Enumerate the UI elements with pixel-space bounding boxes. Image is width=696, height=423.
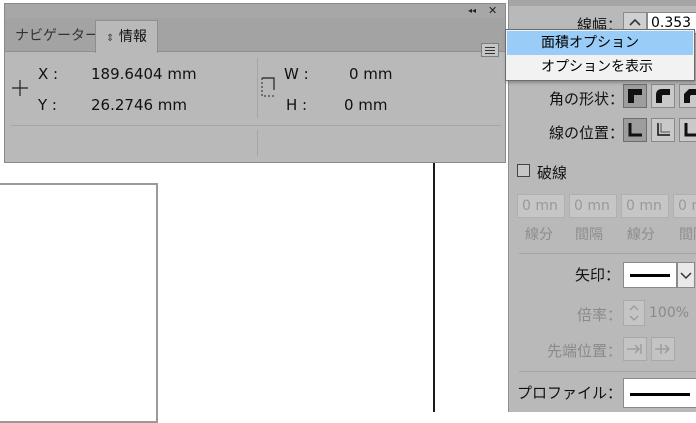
align-center-button[interactable] — [623, 118, 647, 142]
panel-menu-button[interactable] — [481, 43, 499, 57]
align-inside-icon — [657, 123, 670, 136]
artboard[interactable] — [0, 183, 158, 423]
menu-item-area-options[interactable]: 面積オプション — [507, 31, 693, 55]
collapse-icon[interactable]: ◂◂ — [468, 4, 476, 18]
crosshair-icon — [12, 80, 28, 96]
align-outside-button[interactable] — [679, 118, 696, 142]
info-row-divider — [11, 125, 501, 126]
tab-info-label: 情報 — [118, 29, 147, 45]
menu-item-show-options[interactable]: オプションを表示 — [507, 55, 693, 79]
round-join-icon — [656, 89, 670, 103]
panel-options-menu: 面積オプション オプションを表示 — [505, 29, 695, 81]
miter-join-icon — [628, 89, 642, 103]
gap-1-input[interactable]: 0 mn — [569, 194, 617, 218]
w-value: 0 mm — [349, 65, 393, 83]
scale-value: 100% — [649, 305, 690, 321]
dashed-label: 破線 — [537, 164, 568, 182]
round-join-button[interactable] — [651, 84, 675, 108]
x-value: 189.6404 mm — [91, 65, 197, 83]
bevel-join-button[interactable] — [679, 84, 696, 108]
y-value: 26.2746 mm — [91, 96, 188, 114]
scale-label: 倍率： — [577, 306, 623, 324]
stroke-panel-divider — [519, 371, 696, 372]
info-divider — [257, 58, 258, 118]
h-label: H : — [286, 96, 308, 114]
dashed-checkbox[interactable] — [517, 164, 530, 177]
gap-2-input[interactable]: 0 n — [673, 194, 696, 218]
tip-outside-button[interactable] — [651, 337, 675, 361]
line-preview-icon — [630, 274, 670, 277]
tab-navigator[interactable]: ナビゲーター — [5, 20, 109, 52]
gap-2-label: 間隔 — [679, 227, 696, 243]
dash-2-label: 線分 — [627, 227, 655, 243]
artboard-edge — [433, 120, 435, 412]
align-inside-button[interactable] — [651, 118, 675, 142]
panel-titlebar[interactable]: ◂◂ ✕ — [5, 4, 505, 18]
dash-1-input[interactable]: 0 mn — [517, 194, 565, 218]
arrow-tip-inside-icon — [627, 344, 642, 354]
x-label: X : — [38, 65, 59, 83]
tab-info[interactable]: ⇕ 情報 — [95, 20, 158, 53]
stroke-panel-header — [509, 0, 696, 6]
dash-2-input[interactable]: 0 mn — [621, 194, 669, 218]
info-divider — [257, 130, 258, 156]
align-outside-icon — [684, 123, 696, 137]
arrow-start-select[interactable] — [623, 262, 677, 288]
bevel-join-icon — [684, 89, 696, 103]
miter-join-button[interactable] — [623, 84, 647, 108]
corner-shape-label: 角の形状： — [549, 90, 625, 108]
size-icon — [261, 77, 275, 97]
tip-inside-button[interactable] — [623, 337, 647, 361]
w-label: W : — [284, 65, 309, 83]
dash-1-label: 線分 — [525, 227, 553, 243]
stroke-panel-divider — [519, 253, 696, 254]
profile-label: プロファイル： — [517, 384, 623, 402]
tab-arrow-icon: ⇕ — [106, 33, 115, 44]
align-center-icon — [628, 123, 642, 137]
y-label: Y : — [38, 96, 57, 114]
h-value: 0 mm — [344, 96, 388, 114]
scale-stepper[interactable] — [623, 300, 645, 326]
stepper-arrows-icon — [629, 305, 639, 321]
arrow-label: 矢印： — [575, 266, 621, 284]
chevron-down-icon — [680, 272, 692, 280]
profile-select[interactable] — [623, 378, 696, 408]
arrow-tip-outside-icon — [655, 344, 670, 354]
info-panel: ◂◂ ✕ ナビゲーター ⇕ 情報 X : 189.6404 mm Y : 26.… — [4, 3, 506, 163]
arrow-dropdown-button[interactable] — [677, 262, 695, 288]
gap-1-label: 間隔 — [575, 227, 603, 243]
panel-tabs: ナビゲーター ⇕ 情報 — [5, 18, 505, 57]
close-icon[interactable]: ✕ — [488, 4, 497, 18]
tip-position-label: 先端位置： — [547, 342, 623, 360]
profile-preview-icon — [630, 393, 690, 396]
stroke-align-label: 線の位置： — [549, 124, 625, 142]
